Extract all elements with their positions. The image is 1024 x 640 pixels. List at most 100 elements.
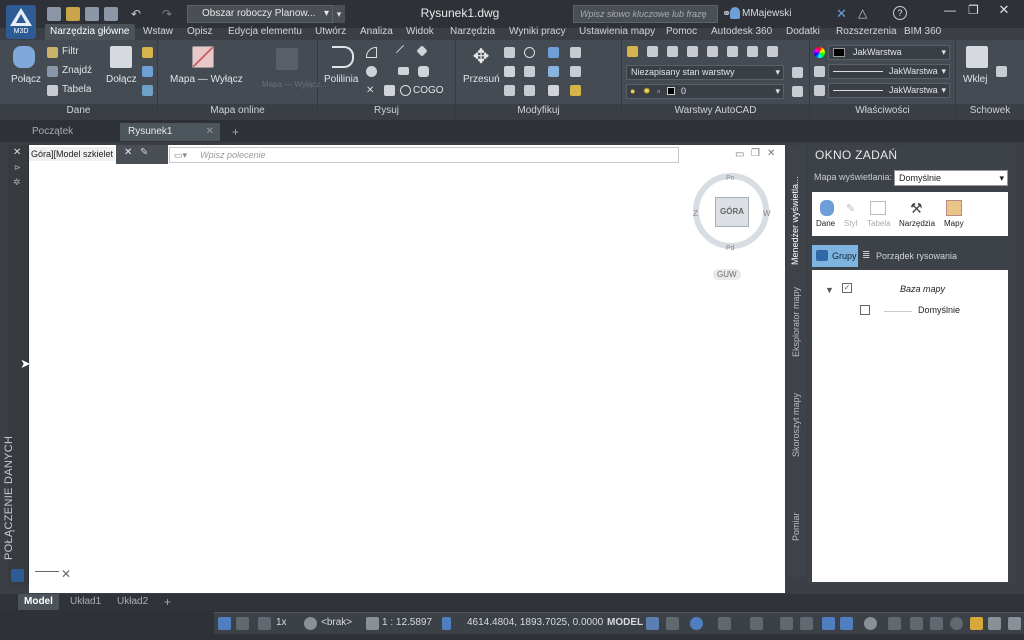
drawing-canvas[interactable]: Góra][Model szkielet ✕ ✎ ▭▾ Wpisz poleceni… xyxy=(29,145,785,593)
save-as-icon[interactable] xyxy=(104,7,118,21)
linetype-dropdown[interactable]: JakWarstwa ▾ xyxy=(828,83,950,98)
layer-iso-icon[interactable] xyxy=(647,46,658,57)
user-name[interactable]: MMajewski xyxy=(742,8,791,19)
add-layout-button[interactable]: + xyxy=(158,594,177,610)
linetype-icon[interactable] xyxy=(814,85,825,96)
viewport-label[interactable]: Góra][Model szkielet xyxy=(29,147,116,161)
tab-survey[interactable]: Pomiar xyxy=(791,512,801,541)
isodraft-icon[interactable] xyxy=(718,617,731,630)
database-icon[interactable] xyxy=(13,46,35,68)
tools-icon[interactable]: ⚒ xyxy=(910,200,923,217)
panel-title[interactable]: Rysuj xyxy=(318,104,455,118)
trim-icon[interactable] xyxy=(570,66,581,77)
array-icon[interactable] xyxy=(548,85,559,96)
filtr-button[interactable]: Filtr xyxy=(62,46,79,57)
ribbon-tab-10[interactable]: Pomoc xyxy=(666,24,697,40)
copy-clip-icon[interactable] xyxy=(996,66,1007,77)
drawing-scale[interactable]: 1 : 12.5897 xyxy=(382,617,432,628)
filter-icon[interactable] xyxy=(47,47,58,58)
cogo-icon[interactable] xyxy=(400,85,411,96)
hardware-accel-icon[interactable] xyxy=(930,617,943,630)
lineweight-dropdown[interactable]: JakWarstwa ▾ xyxy=(828,64,950,79)
autohide-icon[interactable]: ⊳ xyxy=(14,163,21,172)
transparency-icon[interactable] xyxy=(800,617,813,630)
snap-icon[interactable] xyxy=(666,617,679,630)
layer-props-icon[interactable] xyxy=(627,46,638,57)
ribbon-tab-14[interactable]: BIM 360 xyxy=(904,24,941,40)
scale-icon[interactable] xyxy=(366,617,379,630)
polar-icon[interactable] xyxy=(236,617,249,630)
dolacz-button[interactable]: Dołącz xyxy=(106,74,137,85)
layout-tab-1[interactable]: Układ1 xyxy=(64,594,107,610)
exchange-icon[interactable]: ✕ xyxy=(836,6,847,22)
attach-icon[interactable] xyxy=(110,46,132,68)
compass-east[interactable]: W xyxy=(763,209,771,218)
visibility-checkbox[interactable]: ✓ xyxy=(842,283,852,293)
3d-osnap-icon[interactable] xyxy=(840,617,853,630)
move-icon[interactable]: ✥ xyxy=(470,46,492,68)
xline-icon[interactable]: ✕ xyxy=(366,85,377,96)
warning-icon[interactable] xyxy=(970,617,983,630)
stretch-icon[interactable] xyxy=(548,66,559,77)
funnel-icon[interactable] xyxy=(142,47,153,58)
ribbon-tab-7[interactable]: Narzędzia xyxy=(450,24,495,40)
move-point-icon[interactable] xyxy=(416,45,428,57)
tab-display-manager[interactable]: Menedżer wyświetla... xyxy=(790,176,800,265)
find-icon[interactable] xyxy=(47,66,58,77)
layout-tab-2[interactable]: Układ2 xyxy=(111,594,154,610)
command-line-handle[interactable]: ✕ ✎ xyxy=(116,145,168,164)
rectangle-icon[interactable] xyxy=(398,67,409,75)
workspace-dropdown[interactable]: Obszar roboczy Planow... ▾ xyxy=(187,5,333,23)
map-icon[interactable] xyxy=(192,46,214,68)
przesun-button[interactable]: Przesuń xyxy=(463,74,500,85)
layer-freeze-icon[interactable] xyxy=(687,46,698,57)
draw-order-button[interactable]: Porządek rysowania xyxy=(876,251,957,261)
panel-title[interactable]: Modyfikuj xyxy=(456,104,621,118)
fullscreen-icon[interactable] xyxy=(988,617,1001,630)
ribbon-tab-8[interactable]: Wyniki pracy xyxy=(509,24,566,40)
wklej-button[interactable]: Wklej xyxy=(963,74,987,85)
viewport-close-icon[interactable]: ✕ xyxy=(767,148,775,159)
selection-cycle-icon[interactable] xyxy=(822,617,835,630)
gear-icon[interactable] xyxy=(864,617,877,630)
wrench-icon[interactable]: ✎ xyxy=(140,147,148,158)
line-icon[interactable] xyxy=(395,44,412,61)
properties-icon[interactable]: ✲ xyxy=(13,177,21,188)
table-icon[interactable] xyxy=(47,85,58,96)
compass-north[interactable]: Pn xyxy=(726,175,735,182)
panel-title[interactable]: Schowek xyxy=(956,104,1024,118)
ribbon-tab-5[interactable]: Analiza xyxy=(360,24,393,40)
database-icon[interactable] xyxy=(820,200,834,216)
copy-icon[interactable] xyxy=(504,47,515,58)
tab-map-book[interactable]: Skoroszyt mapy xyxy=(791,393,801,457)
panel-title[interactable]: Właściwości xyxy=(810,104,955,118)
ribbon-tab-6[interactable]: Widok xyxy=(406,24,434,40)
doc-tab-rysunek1[interactable]: Rysunek1 ✕ xyxy=(120,123,220,141)
export-icon[interactable] xyxy=(142,66,153,77)
tool-narzedzia[interactable]: Narzędzia xyxy=(899,219,935,228)
isolate-icon[interactable] xyxy=(910,617,923,630)
lock-scale-icon[interactable] xyxy=(442,617,451,630)
layout-tab-model[interactable]: Model xyxy=(18,594,59,610)
grid-icon[interactable] xyxy=(548,47,559,58)
ribbon-tab-12[interactable]: Dodatki xyxy=(786,24,820,40)
globe-icon[interactable] xyxy=(304,617,317,630)
arc-icon[interactable] xyxy=(366,47,377,58)
tool-mapy[interactable]: Mapy xyxy=(944,219,964,228)
polygon-icon[interactable] xyxy=(418,66,429,77)
coord-system[interactable]: <brak> xyxy=(321,617,352,628)
paste-icon[interactable] xyxy=(966,46,988,68)
circle-icon[interactable] xyxy=(366,66,377,77)
mirror-icon[interactable] xyxy=(504,66,515,77)
layer-prev-icon[interactable] xyxy=(747,46,758,57)
map-display-select[interactable]: Domyślnie ▾ xyxy=(894,170,1008,186)
a360-icon[interactable]: △ xyxy=(858,6,867,20)
infer-icon[interactable] xyxy=(690,617,703,630)
grid-display-icon[interactable] xyxy=(646,617,659,630)
clean-screen-icon[interactable] xyxy=(950,617,963,630)
save-icon[interactable] xyxy=(85,7,99,21)
layer-off-icon[interactable] xyxy=(667,46,678,57)
polilinia-button[interactable]: Polilinia xyxy=(324,74,358,85)
close-icon[interactable]: ✕ xyxy=(124,147,132,158)
color-dropdown[interactable]: JakWarstwa ▾ xyxy=(828,45,950,60)
